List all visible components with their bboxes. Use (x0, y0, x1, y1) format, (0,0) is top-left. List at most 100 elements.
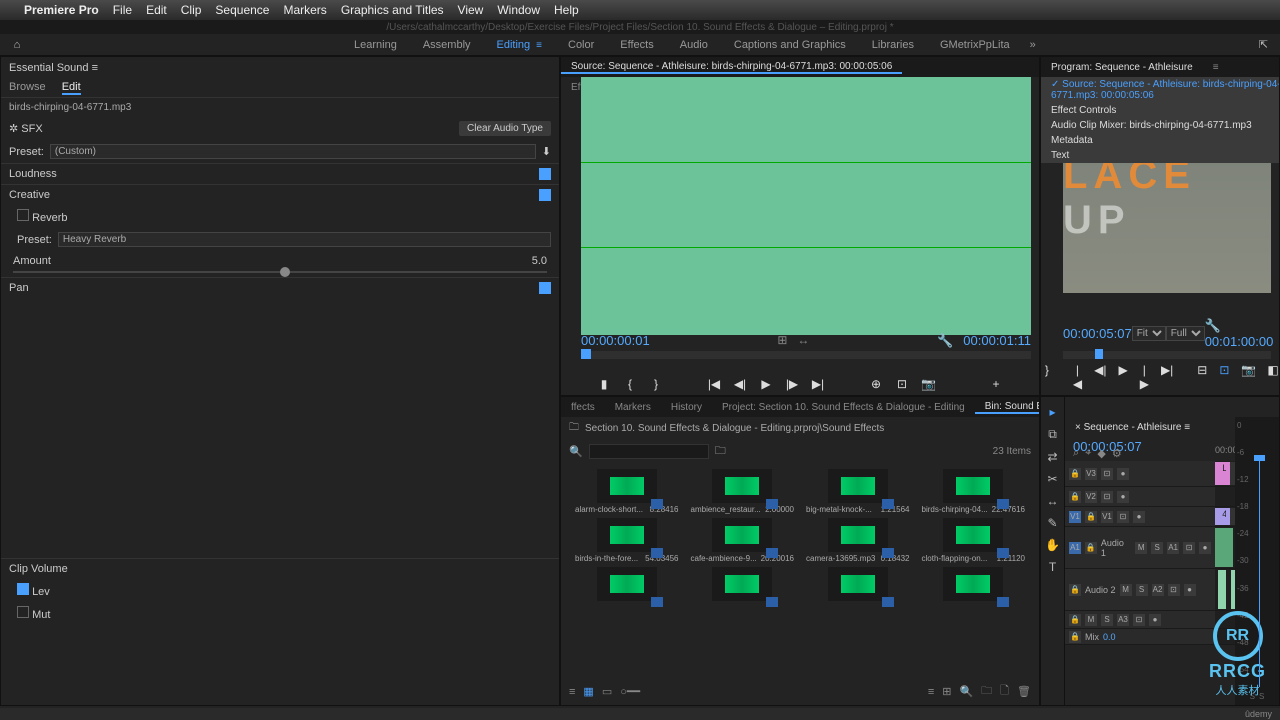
ripple-tool-icon[interactable]: ⇄ (1047, 450, 1057, 464)
add-btn-icon[interactable]: + (989, 377, 1003, 391)
new-bin-icon[interactable]: 🗀 (715, 442, 726, 461)
selection-tool-icon[interactable]: ▸ (1049, 405, 1055, 419)
reverb-preset-select[interactable]: Heavy Reverb (58, 232, 551, 247)
dd-metadata[interactable]: Metadata (1041, 133, 1280, 148)
sort-icon[interactable]: ≡ (928, 686, 934, 698)
ws-assembly[interactable]: Assembly (423, 39, 471, 51)
tab-bin[interactable]: Bin: Sound Effects (975, 401, 1040, 414)
goto-in-icon[interactable]: |◀ (707, 377, 721, 391)
wrench-icon[interactable]: 🔧 (937, 333, 953, 348)
solo-s[interactable]: S (1250, 692, 1255, 701)
loudness-checkbox[interactable] (539, 168, 551, 180)
tab-history[interactable]: History (661, 402, 712, 413)
tab-source[interactable]: Source: Sequence - Athleisure: birds-chi… (561, 61, 902, 74)
bin-item[interactable]: cloth-flapping-on...1:21120 (918, 518, 1030, 563)
clip[interactable] (1215, 528, 1233, 567)
mark-out-icon[interactable]: { (623, 377, 637, 391)
bin-item[interactable]: birds-in-the-fore...54:03456 (571, 518, 683, 563)
ws-learning[interactable]: Learning (354, 39, 397, 51)
zoom-slider[interactable]: ○━━ (620, 685, 640, 698)
dd-audio-mixer[interactable]: Audio Clip Mixer: birds-chirping-04-6771… (1041, 118, 1280, 133)
source-scrubber[interactable] (581, 351, 1031, 359)
slip-tool-icon[interactable]: ↔ (1047, 494, 1059, 508)
track-lane-A3[interactable] (1215, 611, 1235, 628)
type-tool-icon[interactable]: T (1049, 560, 1056, 574)
bin-item[interactable] (571, 567, 683, 603)
step-fwd-icon[interactable]: |▶ (785, 377, 799, 391)
p-export-frame-icon[interactable]: 📷 (1241, 363, 1255, 391)
mark-clip-icon[interactable]: } (649, 377, 663, 391)
bin-item[interactable]: cafe-ambience-9...20:20016 (687, 518, 799, 563)
snap-icon[interactable]: ⌕ (1073, 447, 1079, 460)
ws-libraries[interactable]: Libraries (872, 39, 914, 51)
tab-markers[interactable]: Markers (605, 402, 661, 413)
step-back-icon[interactable]: ◀| (733, 377, 747, 391)
ws-audio[interactable]: Audio (680, 39, 708, 51)
ws-gmetrix[interactable]: GMetrixPpLita (940, 39, 1010, 51)
find-icon[interactable]: 🔍 (959, 685, 973, 698)
zoom-fit-select[interactable]: Fit (1132, 326, 1166, 341)
menu-edit[interactable]: Edit (146, 3, 167, 17)
compare-icon[interactable]: ◧ (1267, 363, 1278, 391)
p-goto-in-icon[interactable]: |◀ (1073, 363, 1082, 391)
track-lane-A2[interactable] (1215, 569, 1235, 610)
bin-item[interactable]: birds-chirping-04...22:47616 (918, 469, 1030, 514)
mix-header[interactable]: 🔒Mix0.0 (1065, 629, 1215, 644)
p-mark-clip-icon[interactable]: } (1045, 363, 1049, 391)
p-play-icon[interactable]: ▶ (1118, 363, 1127, 391)
preset-select[interactable]: (Custom) (50, 144, 536, 159)
clear-audio-type-button[interactable]: Clear Audio Type (459, 121, 551, 136)
source-waveform[interactable] (581, 77, 1031, 335)
ws-color[interactable]: Color (568, 39, 594, 51)
marker-icon[interactable]: ◆ (1097, 447, 1105, 460)
menu-window[interactable]: Window (497, 3, 540, 17)
track-header-A1[interactable]: A1🔒Audio 1MSA1⊡● (1065, 527, 1215, 568)
bin-icon[interactable]: 🗀 (569, 420, 579, 437)
tab-project[interactable]: Project: Section 10. Sound Effects & Dia… (712, 402, 975, 413)
track-header-A3[interactable]: 🔒MSA3⊡● (1065, 611, 1215, 628)
program-scrubber[interactable] (1063, 351, 1271, 359)
menu-sequence[interactable]: Sequence (215, 3, 269, 17)
ws-effects[interactable]: Effects (620, 39, 653, 51)
track-header-V2[interactable]: 🔒V2⊡● (1065, 487, 1215, 506)
clip[interactable] (1218, 570, 1226, 609)
reverb-checkbox[interactable] (17, 209, 29, 221)
home-icon[interactable]: ⌂ (0, 39, 34, 51)
amount-slider[interactable] (13, 271, 547, 273)
solo-s2[interactable]: S (1259, 692, 1264, 701)
new-item-icon[interactable]: 🗋 (1000, 682, 1009, 701)
overwrite-icon[interactable]: ⊡ (895, 377, 909, 391)
pan-label[interactable]: Pan (9, 282, 29, 294)
insert-icon[interactable]: ⊕ (869, 377, 883, 391)
track-lane-V2[interactable] (1215, 487, 1235, 506)
list-view-icon[interactable]: ≡ (569, 686, 575, 698)
tab-effects-p[interactable]: ffects (561, 402, 605, 413)
ws-editing[interactable]: Editing (497, 39, 542, 51)
lift-icon[interactable]: ⊟ (1197, 363, 1207, 391)
export-frame-icon[interactable]: 📷 (921, 377, 935, 391)
linked-sel-icon[interactable]: ⌖ (1085, 447, 1091, 460)
trash-icon[interactable]: 🗑 (1017, 685, 1031, 698)
ws-captions[interactable]: Captions and Graphics (734, 39, 846, 51)
menu-graphics[interactable]: Graphics and Titles (341, 3, 444, 17)
dd-effect-controls[interactable]: Effect Controls (1041, 103, 1280, 118)
track-select-tool-icon[interactable]: ⧉ (1048, 427, 1057, 442)
src-icon-2[interactable]: ↔ (797, 333, 809, 349)
settings-icon[interactable]: ⚙ (1112, 447, 1122, 460)
level-checkbox[interactable] (17, 583, 29, 595)
auto-seq-icon[interactable]: ⊞ (942, 685, 951, 698)
dd-source[interactable]: Source: Sequence - Athleisure: birds-chi… (1041, 77, 1280, 103)
p-goto-out-icon[interactable]: ▶| (1161, 363, 1173, 391)
menu-file[interactable]: File (113, 3, 132, 17)
search-icon[interactable]: 🔍 (569, 445, 583, 458)
timeline-seq-tab[interactable]: × Sequence - Athleisure ≡ (1065, 422, 1200, 433)
icon-view-icon[interactable]: ▦ (583, 685, 593, 698)
track-header-A2[interactable]: 🔒Audio 2MSA2⊡● (1065, 569, 1215, 610)
menu-view[interactable]: View (458, 3, 484, 17)
prog-wrench-icon[interactable]: 🔧 (1205, 318, 1221, 333)
resolution-select[interactable]: Full (1166, 326, 1205, 341)
es-tab-browse[interactable]: Browse (9, 81, 46, 95)
p-step-fwd-icon[interactable]: |▶ (1140, 363, 1149, 391)
menu-markers[interactable]: Markers (283, 3, 326, 17)
new-bin-btn-icon[interactable]: 🗀 (981, 682, 992, 701)
